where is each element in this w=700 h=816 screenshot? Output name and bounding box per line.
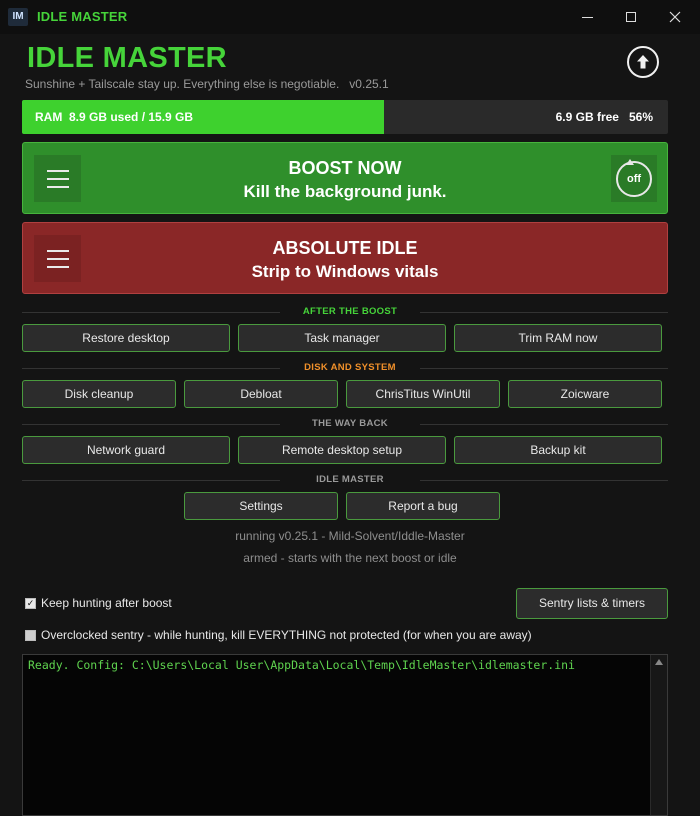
section-after-boost: AFTER THE BOOST	[0, 306, 700, 318]
section-title: DISK AND SYSTEM	[304, 362, 396, 373]
ram-free-value: 6.9 GB free	[555, 110, 619, 124]
section-idle-master: IDLE MASTER	[0, 474, 700, 486]
refresh-arrow-icon	[626, 158, 634, 165]
scroll-up-icon[interactable]	[655, 659, 663, 665]
section-disk-system: DISK AND SYSTEM	[0, 362, 700, 374]
ram-usage-label: RAM 8.9 GB used / 15.9 GB	[35, 110, 194, 124]
section-title: IDLE MASTER	[316, 474, 384, 485]
ram-usage-bar: RAM 8.9 GB used / 15.9 GB 6.9 GB free 56%	[22, 100, 668, 134]
report-bug-button[interactable]: Report a bug	[346, 492, 500, 520]
minimize-icon	[581, 16, 593, 18]
keep-hunting-label: Keep hunting after boost	[41, 596, 172, 610]
boost-title: BOOST NOW	[288, 158, 402, 178]
app-subtitle: Sunshine + Tailscale stay up. Everything…	[25, 77, 389, 91]
network-guard-button[interactable]: Network guard	[22, 436, 230, 464]
section-title: AFTER THE BOOST	[302, 306, 398, 317]
remote-desktop-setup-button[interactable]: Remote desktop setup	[238, 436, 446, 464]
minimize-button[interactable]	[564, 0, 610, 34]
boost-subtitle: Kill the background junk.	[243, 182, 447, 201]
zoicware-button[interactable]: Zoicware	[508, 380, 662, 408]
trim-ram-button[interactable]: Trim RAM now	[454, 324, 662, 352]
app-title: IDLE MASTER	[27, 42, 227, 74]
backup-kit-button[interactable]: Backup kit	[454, 436, 662, 464]
task-manager-button[interactable]: Task manager	[238, 324, 446, 352]
section-way-back: THE WAY BACK	[0, 418, 700, 430]
checkbox-checked-icon: ✓	[25, 597, 36, 609]
restore-desktop-button[interactable]: Restore desktop	[22, 324, 230, 352]
boost-now-button[interactable]: BOOST NOW Kill the background junk. off	[22, 142, 668, 214]
log-text: Ready. Config: C:\Users\Local User\AppDa…	[28, 658, 575, 672]
power-cycle-icon: off	[616, 158, 652, 197]
settings-button[interactable]: Settings	[184, 492, 338, 520]
ram-percent: 56%	[628, 110, 653, 124]
ram-free-label: 6.9 GB free 56%	[556, 110, 653, 124]
window-titlebar: IM IDLE MASTER	[0, 0, 700, 34]
running-status: running v0.25.1 - Mild-Solvent/Iddle-Mas…	[235, 529, 465, 543]
window-title: IDLE MASTER	[37, 9, 128, 24]
maximize-icon	[626, 12, 636, 22]
checkbox-unchecked-icon	[25, 629, 36, 641]
absolute-idle-title: ABSOLUTE IDLE	[272, 238, 418, 258]
overclocked-sentry-checkbox[interactable]: Overclocked sentry - while hunting, kill…	[25, 628, 532, 642]
keep-hunting-checkbox[interactable]: ✓ Keep hunting after boost	[25, 596, 172, 610]
debloat-button[interactable]: Debloat	[184, 380, 338, 408]
armed-status: armed - starts with the next boost or id…	[243, 551, 457, 565]
overclocked-sentry-label: Overclocked sentry - while hunting, kill…	[41, 628, 532, 642]
app-icon: IM	[8, 8, 28, 26]
section-title: THE WAY BACK	[312, 418, 388, 429]
christitus-winutil-button[interactable]: ChrisTitus WinUtil	[346, 380, 500, 408]
update-button[interactable]	[627, 46, 659, 78]
auto-boost-toggle[interactable]: off	[611, 155, 657, 202]
toggle-state: off	[626, 172, 642, 185]
absolute-idle-subtitle: Strip to Windows vitals	[251, 262, 439, 281]
absolute-idle-button[interactable]: ABSOLUTE IDLE Strip to Windows vitals	[22, 222, 668, 294]
close-button[interactable]	[652, 0, 698, 34]
maximize-button[interactable]	[608, 0, 654, 34]
close-icon	[669, 11, 681, 23]
sentry-lists-timers-button[interactable]: Sentry lists & timers	[516, 588, 668, 619]
log-output[interactable]: Ready. Config: C:\Users\Local User\AppDa…	[22, 654, 668, 816]
disk-cleanup-button[interactable]: Disk cleanup	[22, 380, 176, 408]
arrow-up-circle-icon	[637, 55, 649, 69]
log-scrollbar[interactable]	[650, 655, 667, 815]
